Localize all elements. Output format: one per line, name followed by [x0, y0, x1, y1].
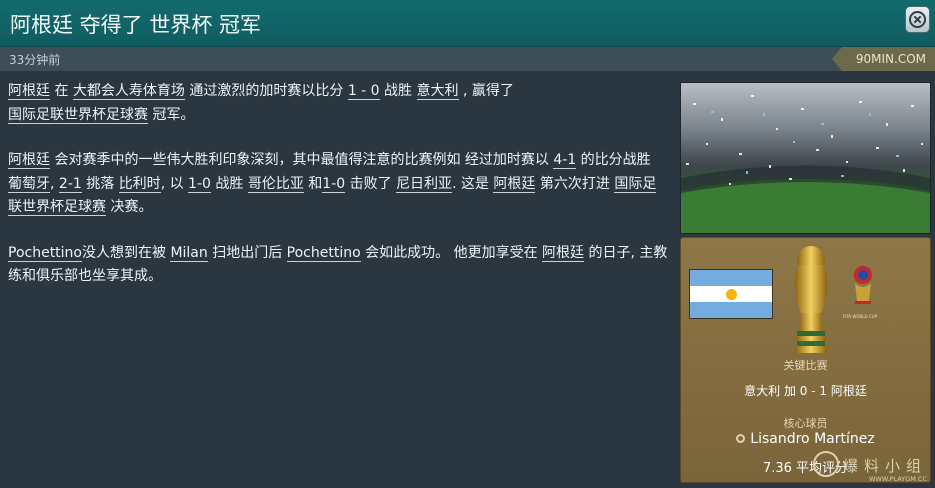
link-stadium[interactable]: 大都会人寿体育场: [72, 83, 185, 100]
sun-of-may-icon: [726, 289, 737, 300]
source-badge: 90MIN.COM: [831, 47, 935, 71]
text: 和: [303, 175, 323, 192]
link-team[interactable]: 阿根廷: [493, 175, 536, 193]
stadium-photo: [680, 82, 931, 234]
link-score[interactable]: 2-1: [58, 175, 82, 193]
text: 的比分战胜: [576, 152, 651, 168]
news-title: 阿根廷 夺得了 世界杯 冠军: [10, 13, 262, 37]
text: 会如此成功。 他更加享受在: [360, 244, 543, 261]
text: 没人想到在被: [82, 244, 171, 261]
text: , 以: [160, 175, 189, 192]
watermark-text: 爆料小组: [842, 457, 927, 475]
text: 战胜: [379, 83, 417, 99]
watermark-url: WWW.PLAYGM.CC: [869, 475, 927, 483]
match-summary-card: FIFA WORLD CUP 关键比赛 意大利 加 0 - 1 阿根廷 核心球员…: [680, 237, 931, 483]
paragraph-3: Pochettino没人想到在被 Milan 扫地出门后 Pochettino …: [8, 242, 668, 289]
text: ,: [50, 175, 59, 192]
link-team[interactable]: 阿根廷: [542, 244, 585, 262]
text: , 赢得了: [458, 83, 514, 99]
watermark: 爆料小组 WWW.PLAYGM.CC: [813, 451, 927, 485]
link-team[interactable]: 阿根廷: [8, 152, 50, 169]
link-score[interactable]: 1 - 0: [347, 83, 380, 100]
text: 战胜: [210, 175, 248, 192]
link-team[interactable]: 阿根廷: [8, 83, 50, 100]
key-match-label: 关键比赛: [783, 359, 828, 372]
world-cup-logo-text: FIFA WORLD CUP: [843, 314, 878, 319]
link-team[interactable]: Milan: [170, 244, 208, 262]
text: 挑落: [81, 175, 119, 192]
text: 在: [50, 83, 73, 99]
close-icon: [909, 11, 926, 28]
link-score[interactable]: 1-0: [322, 175, 346, 193]
watermark-logo-icon: [813, 451, 839, 477]
link-score[interactable]: 1-0: [188, 175, 211, 193]
title-bar: 阿根廷 夺得了 世界杯 冠军: [0, 0, 935, 47]
link-score[interactable]: 4-1: [553, 152, 577, 169]
key-match-value[interactable]: 意大利 加 0 - 1 阿根廷: [681, 382, 930, 399]
confetti-graphic: [681, 95, 930, 233]
text: . 这是: [452, 175, 494, 192]
text: 第六次打进: [535, 175, 615, 192]
link-competition[interactable]: 国际足联世界杯足球赛: [8, 106, 148, 124]
fifa-world-cup-logo: [854, 266, 872, 304]
key-player[interactable]: Lisandro Martínez: [681, 431, 930, 447]
world-cup-trophy: [794, 246, 828, 353]
argentina-flag: [689, 269, 773, 319]
close-button[interactable]: [905, 6, 930, 33]
time-ago: 33分钟前: [9, 53, 61, 67]
link-team[interactable]: 意大利: [416, 83, 459, 100]
text: 扫地出门后: [207, 244, 287, 261]
person-icon: [736, 434, 746, 443]
text: 通过激烈的加时赛以比分: [184, 83, 348, 99]
key-player-name: Lisandro Martínez: [750, 431, 875, 447]
text: 会对赛季中的一些伟大胜利印象深刻，其中最值得注意的比赛例如 经过加时赛以: [50, 152, 554, 168]
link-person[interactable]: Pochettino: [286, 244, 361, 262]
text: 冠军。: [148, 106, 195, 123]
text: 击败了: [345, 175, 397, 192]
link-team[interactable]: 哥伦比亚: [247, 175, 304, 193]
link-team[interactable]: 比利时: [118, 175, 161, 193]
paragraph-1: 阿根廷 在 大都会人寿体育场 通过激烈的加时赛以比分 1 - 0 战胜 意大利 …: [8, 80, 668, 127]
paragraph-2: 阿根廷 会对赛季中的一些伟大胜利印象深刻，其中最值得注意的比赛例如 经过加时赛以…: [8, 149, 668, 220]
text: 决赛。: [106, 199, 153, 215]
meta-bar: 33分钟前 90MIN.COM: [0, 47, 935, 71]
key-player-label: 核心球员: [783, 417, 828, 430]
link-team[interactable]: 葡萄牙: [8, 175, 50, 193]
link-person[interactable]: Pochettino: [8, 244, 82, 262]
article-body: 阿根廷 在 大都会人寿体育场 通过激烈的加时赛以比分 1 - 0 战胜 意大利 …: [8, 80, 668, 311]
link-team[interactable]: 尼日利亚: [396, 175, 453, 193]
